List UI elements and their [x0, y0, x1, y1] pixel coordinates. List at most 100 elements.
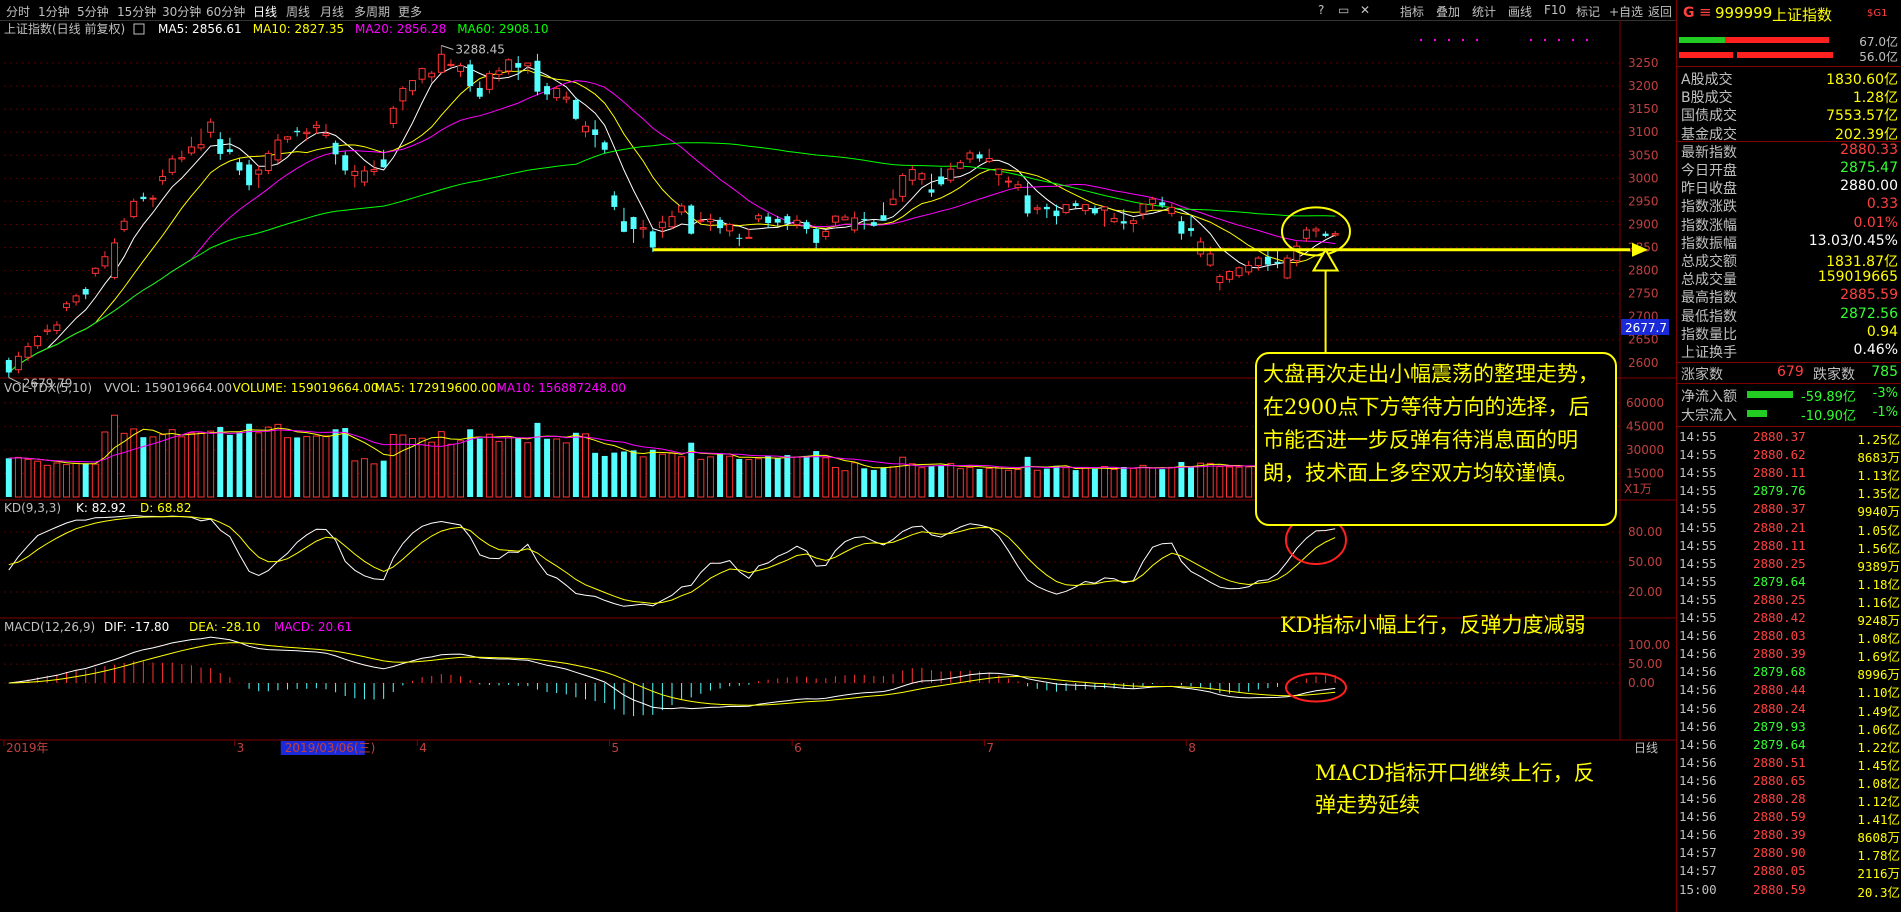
vol-bar-5 — [53, 462, 61, 498]
vol-bar-109 — [1053, 465, 1060, 497]
vol-bar-15 — [149, 436, 157, 498]
flow-bar-0 — [1747, 391, 1793, 398]
tick-row-7: 14:55 2880.25 9389万 — [1679, 556, 1900, 574]
vol-bar-93 — [899, 456, 907, 498]
vol-bar-72 — [697, 458, 705, 498]
candle-23 — [226, 149, 233, 153]
candle-63 — [611, 195, 618, 207]
candle-111 — [1072, 203, 1079, 206]
price-tick-13: 2600 — [1628, 356, 1659, 370]
xaxis-label-4: 5 — [612, 741, 620, 755]
price-tick-2: 3150 — [1628, 102, 1659, 116]
tick-volume-0: 1.25亿 — [1857, 432, 1900, 447]
candle-91 — [880, 215, 887, 221]
max-label: 3288.45 — [455, 43, 505, 57]
vol-bar-22 — [217, 426, 224, 497]
candle-49 — [476, 87, 483, 97]
tick-time-16: 14:56 — [1679, 718, 1717, 734]
vol-legend-2: MA5: 172919600.00 — [375, 381, 497, 395]
tick-time-8: 14:55 — [1679, 573, 1717, 589]
stat-label-12: 最高指数 — [1681, 290, 1737, 307]
candle-8 — [82, 289, 89, 295]
stat-value-14: 0.94 — [1866, 323, 1898, 340]
candle-71 — [688, 205, 695, 234]
tick-row-1: 14:55 2880.62 8683万 — [1679, 447, 1900, 465]
candle-0 — [5, 360, 12, 373]
vol-bar-74 — [717, 454, 724, 497]
marker-dot-7 — [1558, 39, 1560, 41]
candle-62 — [601, 142, 608, 150]
down-count-label: 跌家数 — [1813, 367, 1855, 383]
candle-68 — [658, 221, 666, 229]
tick-time-20: 14:56 — [1679, 791, 1717, 806]
tick-price-17: 2879.64 — [1753, 736, 1806, 752]
tick-row-0: 14:55 2880.37 1.25亿 — [1679, 429, 1900, 447]
tick-row-3: 14:55 2879.76 1.35亿 — [1679, 483, 1900, 501]
candle-90 — [870, 222, 877, 226]
candle-13 — [130, 200, 138, 218]
flow-bar-1 — [1747, 410, 1767, 417]
vol-bar-43 — [418, 437, 426, 498]
tick-time-13: 14:56 — [1679, 664, 1717, 680]
candle-7 — [72, 295, 80, 303]
vol-bar-20 — [197, 432, 205, 498]
vol-legend-1: VOLUME: 159019664.00 — [233, 381, 379, 395]
candle-32 — [312, 124, 320, 129]
tick-volume-15: 1.49亿 — [1857, 703, 1900, 719]
candle-59 — [572, 99, 579, 119]
candle-106 — [1024, 195, 1031, 214]
stat-label-8: 指数涨幅 — [1681, 217, 1737, 234]
candle-3 — [34, 335, 42, 347]
green-bar-1 — [1679, 37, 1725, 43]
candle-131 — [1264, 256, 1271, 265]
vol-bar-87 — [841, 470, 849, 498]
candle-24 — [236, 162, 243, 171]
tick-price-20: 2880.28 — [1753, 791, 1806, 806]
candle-134 — [1293, 245, 1301, 261]
candle-120 — [1159, 202, 1166, 206]
tick-volume-2: 1.13亿 — [1857, 468, 1900, 484]
vol-bar-117 — [1129, 467, 1137, 498]
tick-price-10: 2880.42 — [1753, 610, 1806, 625]
stat-row-7: 指数涨跌 0.33 — [1681, 196, 1898, 215]
tick-price-0: 2880.37 — [1753, 429, 1806, 444]
stat-label-2: 国债成交 — [1681, 108, 1737, 125]
stat-row-12: 最高指数 2885.59 — [1681, 287, 1898, 307]
stat-value-10: 1831.87亿 — [1826, 254, 1898, 270]
stat-label-5: 今日开盘 — [1681, 163, 1737, 179]
vol-bar-28 — [274, 423, 282, 498]
tick-volume-7: 9389万 — [1857, 558, 1900, 574]
xaxis-label-1: 3 — [237, 741, 245, 755]
vol-bar-125 — [1206, 462, 1214, 498]
candle-48 — [467, 64, 474, 87]
candle-53 — [515, 63, 522, 68]
candle-138 — [1331, 233, 1339, 236]
tick-volume-18: 1.45亿 — [1857, 757, 1900, 773]
candle-127 — [1225, 270, 1233, 280]
vol-bar-23 — [226, 434, 233, 497]
tick-time-15: 14:56 — [1679, 700, 1717, 716]
candle-44 — [428, 72, 436, 78]
tick-price-21: 2880.59 — [1753, 809, 1806, 825]
tick-row-8: 14:55 2879.64 1.18亿 — [1679, 573, 1900, 592]
tick-price-19: 2880.65 — [1753, 772, 1806, 788]
candle-109 — [1053, 210, 1060, 217]
kd-legend-1: D: 68.82 — [140, 501, 191, 515]
tick-time-2: 14:55 — [1679, 465, 1717, 481]
candle-74 — [717, 219, 724, 229]
macd-tick-0: 100.00 — [1628, 638, 1670, 652]
vol-bar-54 — [524, 442, 532, 498]
marker-dot-2 — [1448, 39, 1450, 41]
tick-row-14: 14:56 2880.44 1.10亿 — [1679, 682, 1900, 700]
candle-97 — [938, 176, 945, 185]
candle-39 — [380, 159, 387, 168]
price-tick-10: 2750 — [1628, 287, 1659, 301]
vol-unit: X1万 — [1624, 482, 1652, 496]
vol-bar-53 — [515, 438, 522, 497]
vol-bar-30 — [294, 437, 301, 497]
vol-bar-103 — [995, 466, 1003, 498]
tick-price-23: 2880.90 — [1753, 845, 1806, 861]
marker-dot-4 — [1476, 39, 1478, 41]
stat-row-2: 国债成交 7553.57亿 — [1681, 105, 1898, 125]
marker-dot-0 — [1420, 39, 1422, 41]
